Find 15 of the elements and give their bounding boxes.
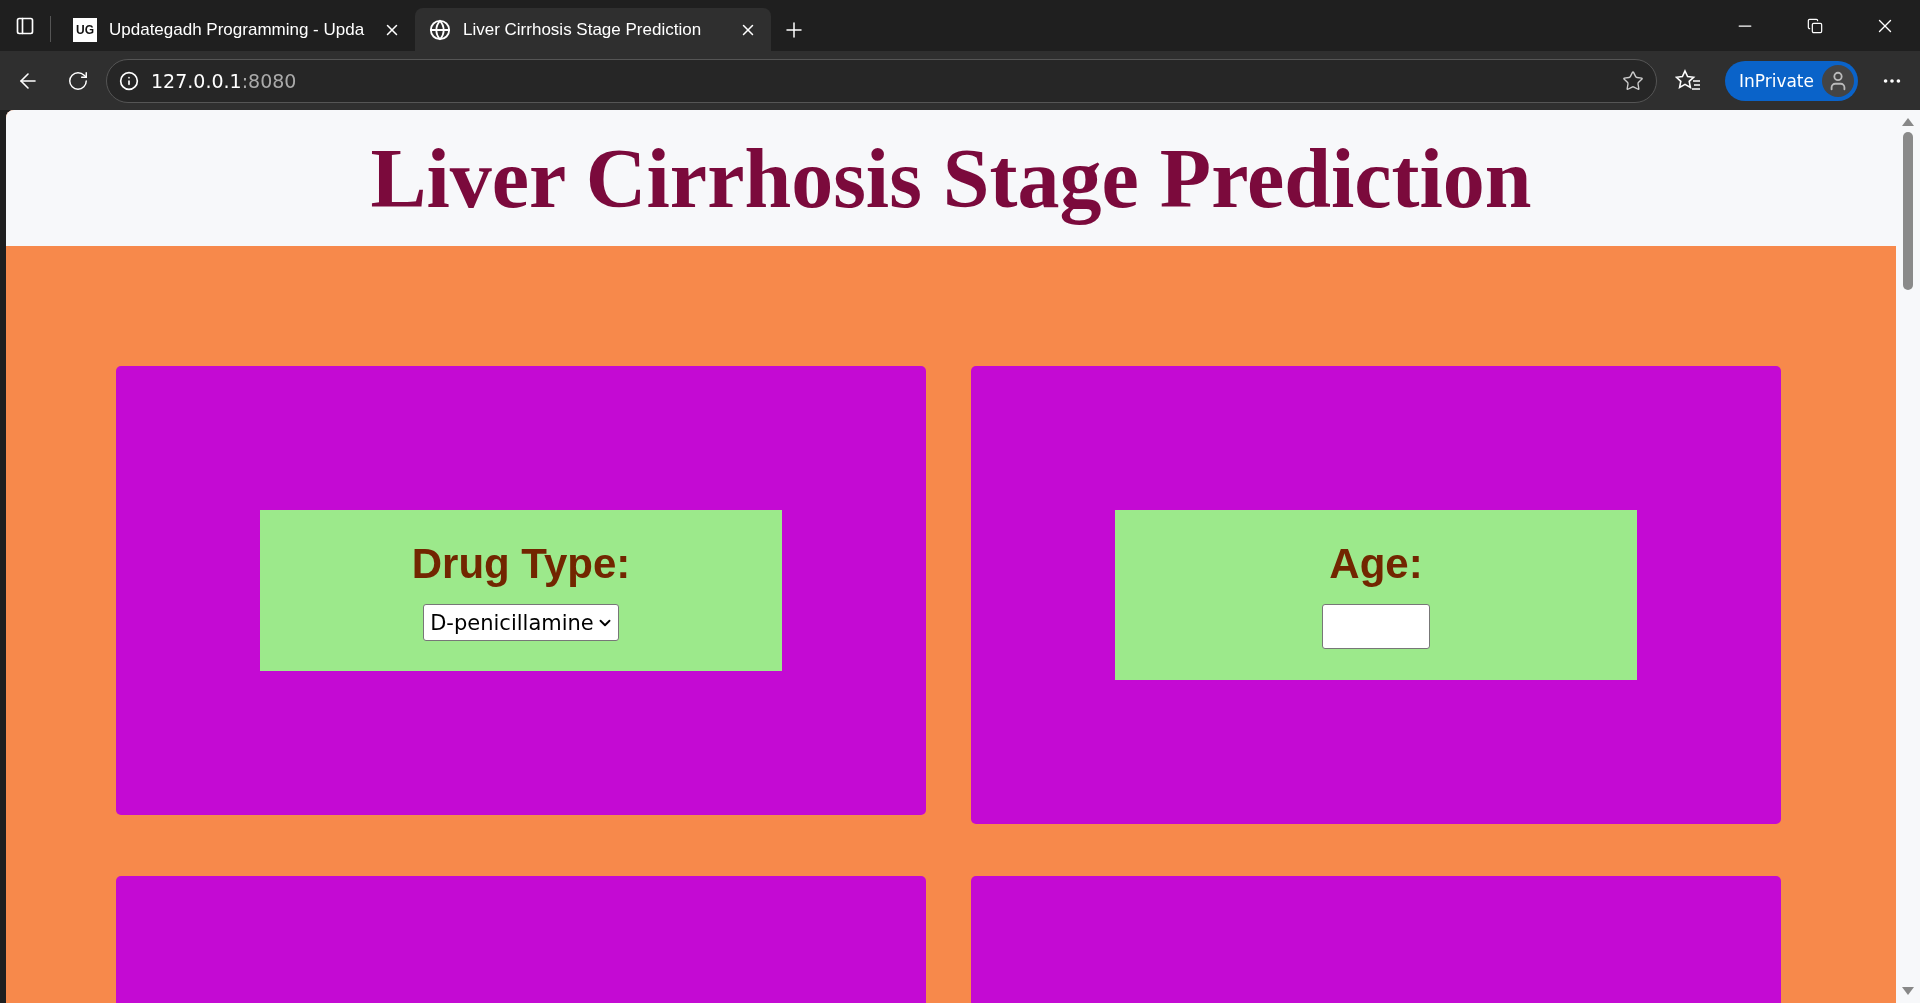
browser-tab[interactable]: UG Updategadh Programming - Upda [59, 8, 415, 51]
inprivate-button[interactable]: InPrivate [1724, 60, 1858, 101]
field-label: Age: [1329, 539, 1423, 589]
drug-type-select[interactable]: D-penicillamine [423, 604, 619, 641]
field-label: Drug Type: [411, 539, 631, 589]
age-input[interactable] [1322, 604, 1430, 649]
site-logo: UG [73, 17, 97, 42]
globe-icon [429, 18, 451, 41]
info-icon[interactable] [119, 70, 139, 91]
scrollbar[interactable] [1896, 110, 1920, 1003]
address-bar[interactable]: 127.0.0.1:8080 [106, 58, 1657, 103]
page-title: Liver Cirrhosis Stage Prediction [370, 130, 1532, 227]
avatar-icon [1822, 64, 1854, 97]
browser-tab[interactable]: Liver Cirrhosis Stage Prediction [415, 8, 771, 51]
star-icon[interactable] [1621, 69, 1644, 92]
